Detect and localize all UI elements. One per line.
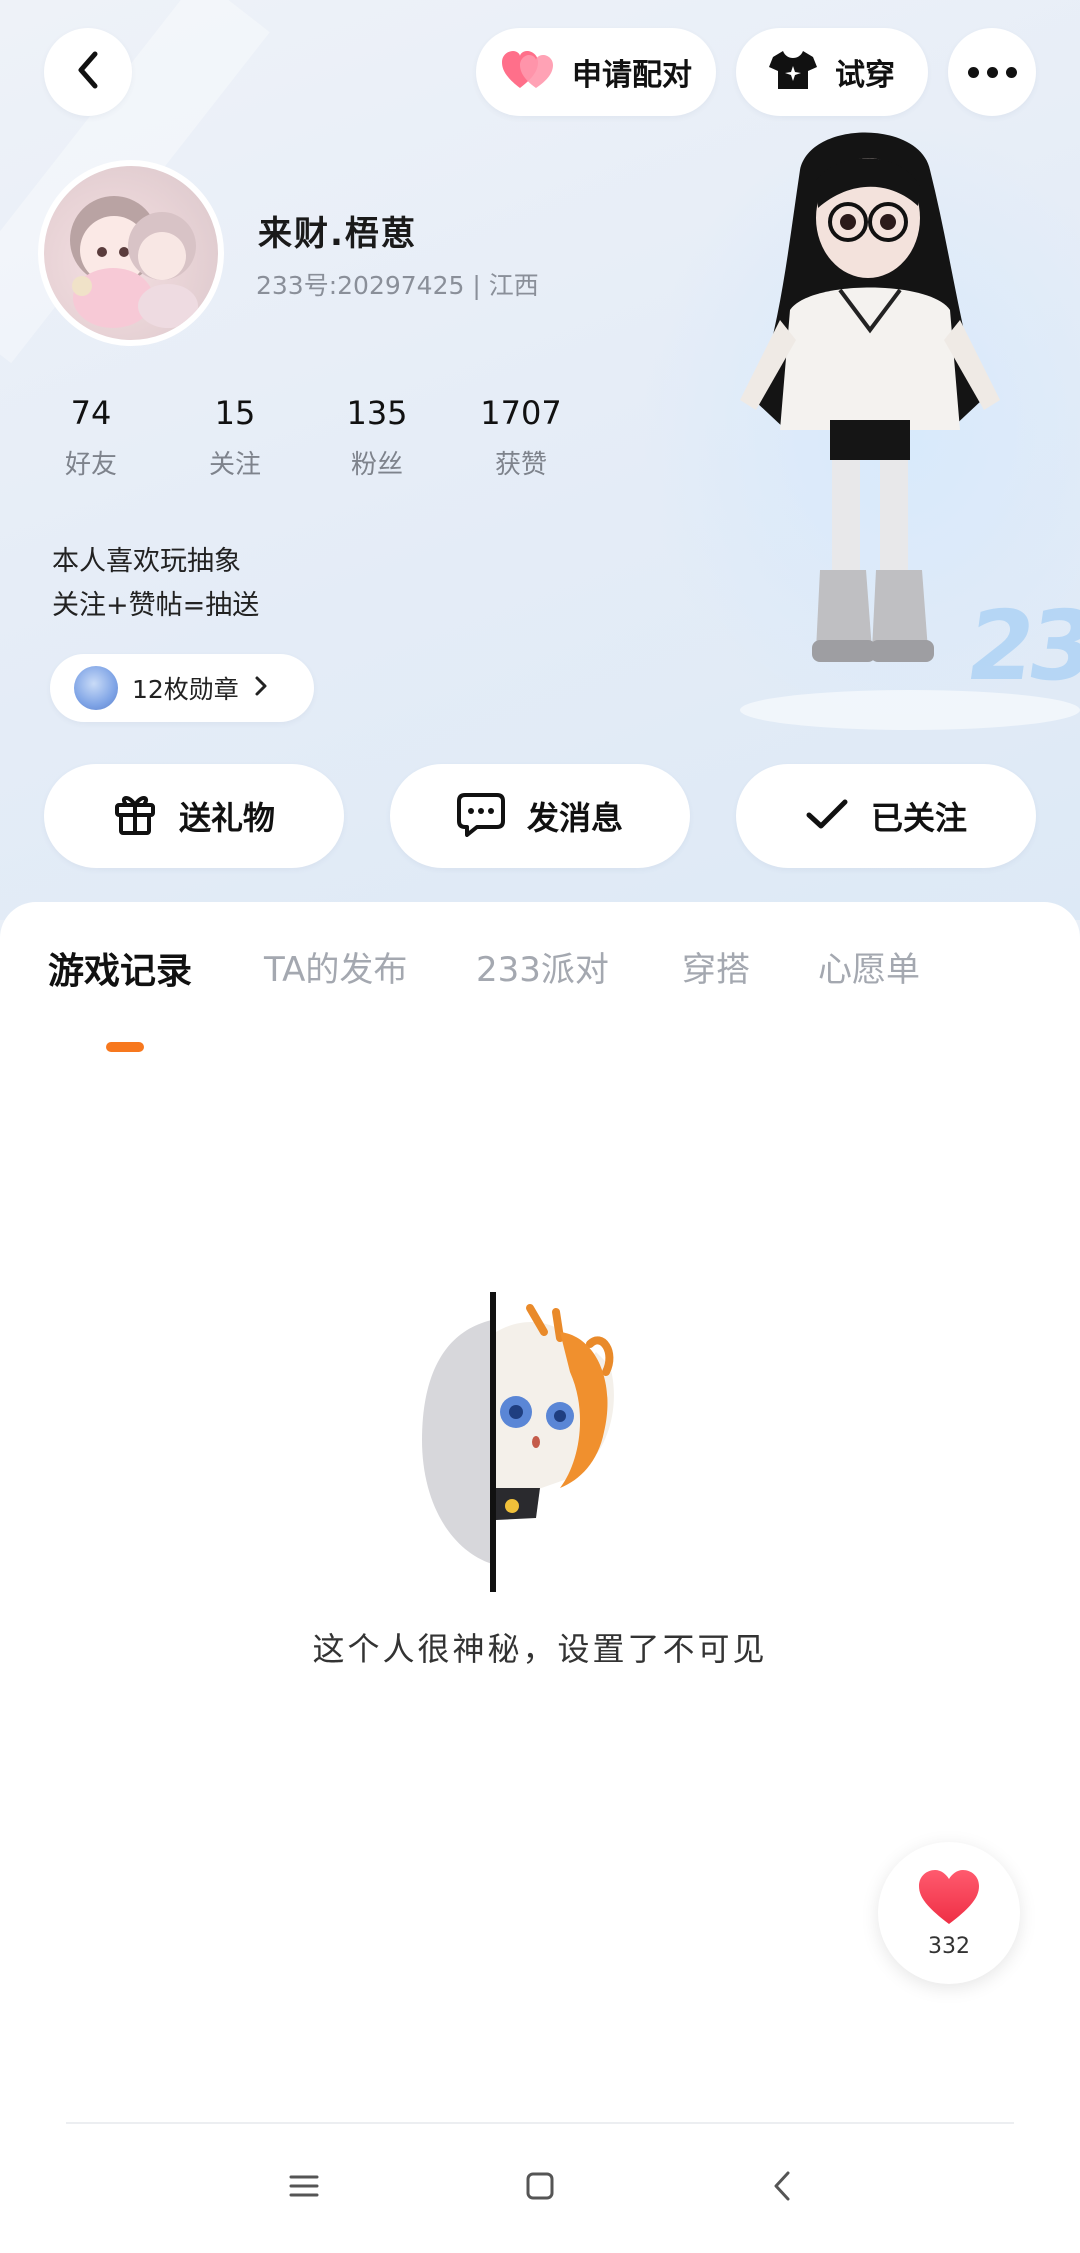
checkmark-icon bbox=[805, 797, 849, 835]
medals-label: 12枚勋章 bbox=[132, 675, 239, 704]
heart-icon bbox=[917, 1868, 981, 1930]
back-triangle-icon bbox=[772, 2170, 792, 2206]
stat-likes-label: 获赞 bbox=[494, 450, 547, 480]
apply-pair-button[interactable]: 申请配对 bbox=[476, 28, 716, 116]
stat-fans[interactable]: 135 粉丝 bbox=[322, 394, 432, 481]
apply-pair-label: 申请配对 bbox=[572, 58, 692, 93]
chat-bubble-icon bbox=[456, 791, 505, 841]
menu-nav-button[interactable] bbox=[274, 2158, 334, 2218]
tshirt-icon bbox=[769, 49, 817, 95]
peeking-character-illustration bbox=[420, 1292, 620, 1594]
send-message-button[interactable]: 发消息 bbox=[390, 764, 690, 868]
content-panel: 游戏记录 TA的发布 233派对 穿搭 心愿单 这个人很神秘，设置了不可见 33… bbox=[0, 902, 1080, 2253]
following-label: 已关注 bbox=[870, 799, 967, 837]
try-on-label: 试穿 bbox=[835, 58, 895, 93]
double-heart-icon bbox=[500, 48, 556, 96]
medal-icon bbox=[74, 666, 118, 710]
user-id-region: 233号:20297425 | 江西 bbox=[256, 271, 539, 300]
medals-button[interactable]: 12枚勋章 bbox=[50, 654, 314, 722]
tab-bar: 游戏记录 TA的发布 233派对 穿搭 心愿单 bbox=[0, 932, 1080, 1052]
avatar[interactable] bbox=[38, 160, 224, 346]
stat-fans-count: 135 bbox=[346, 394, 408, 432]
like-button[interactable]: 332 bbox=[878, 1842, 1020, 1984]
stat-following[interactable]: 15 关注 bbox=[180, 394, 290, 481]
menu-icon bbox=[289, 2173, 319, 2203]
gift-icon bbox=[113, 791, 157, 841]
tab-posts[interactable]: TA的发布 bbox=[264, 942, 407, 991]
stat-likes-count: 1707 bbox=[480, 394, 562, 432]
tab-party[interactable]: 233派对 bbox=[476, 942, 609, 991]
stat-following-count: 15 bbox=[214, 394, 256, 432]
stat-fans-label: 粉丝 bbox=[350, 450, 403, 480]
stat-following-label: 关注 bbox=[208, 450, 261, 480]
home-square-icon bbox=[525, 2171, 555, 2205]
bio-line: 本人喜欢玩抽象 bbox=[52, 546, 241, 577]
more-dots-icon bbox=[967, 66, 1017, 78]
empty-state-message: 这个人很神秘，设置了不可见 bbox=[312, 1630, 768, 1668]
send-gift-label: 送礼物 bbox=[178, 799, 275, 837]
username: 来财.梧葸 bbox=[258, 214, 417, 254]
tab-game-records[interactable]: 游戏记录 bbox=[48, 942, 192, 994]
send-gift-button[interactable]: 送礼物 bbox=[44, 764, 344, 868]
tab-active-indicator bbox=[106, 1042, 144, 1052]
system-navigation-bar bbox=[0, 2124, 1080, 2253]
try-on-button[interactable]: 试穿 bbox=[736, 28, 928, 116]
following-button[interactable]: 已关注 bbox=[736, 764, 1036, 868]
stat-friends-count: 74 bbox=[70, 394, 112, 432]
like-count: 332 bbox=[928, 1933, 970, 1959]
back-nav-button[interactable] bbox=[752, 2158, 812, 2218]
avatar-character[interactable] bbox=[720, 130, 1020, 710]
home-nav-button[interactable] bbox=[510, 2158, 570, 2218]
profile-header: 申请配对 试穿 来财.梧葸 233号:20297425 | 江西 74 好友 1… bbox=[0, 0, 1080, 920]
chevron-right-icon bbox=[253, 675, 269, 701]
stat-likes[interactable]: 1707 获赞 bbox=[466, 394, 576, 481]
back-button[interactable] bbox=[44, 28, 132, 116]
bio-line: 关注+赞帖=抽送 bbox=[52, 590, 260, 621]
tab-wishlist[interactable]: 心愿单 bbox=[818, 942, 920, 991]
more-options-button[interactable] bbox=[948, 28, 1036, 116]
stat-friends-label: 好友 bbox=[64, 450, 117, 480]
bio: 本人喜欢玩抽象 关注+赞帖=抽送 bbox=[52, 540, 259, 628]
stat-friends[interactable]: 74 好友 bbox=[36, 394, 146, 481]
send-message-label: 发消息 bbox=[526, 799, 623, 837]
chevron-left-icon bbox=[73, 48, 103, 96]
tab-outfits[interactable]: 穿搭 bbox=[682, 942, 750, 991]
